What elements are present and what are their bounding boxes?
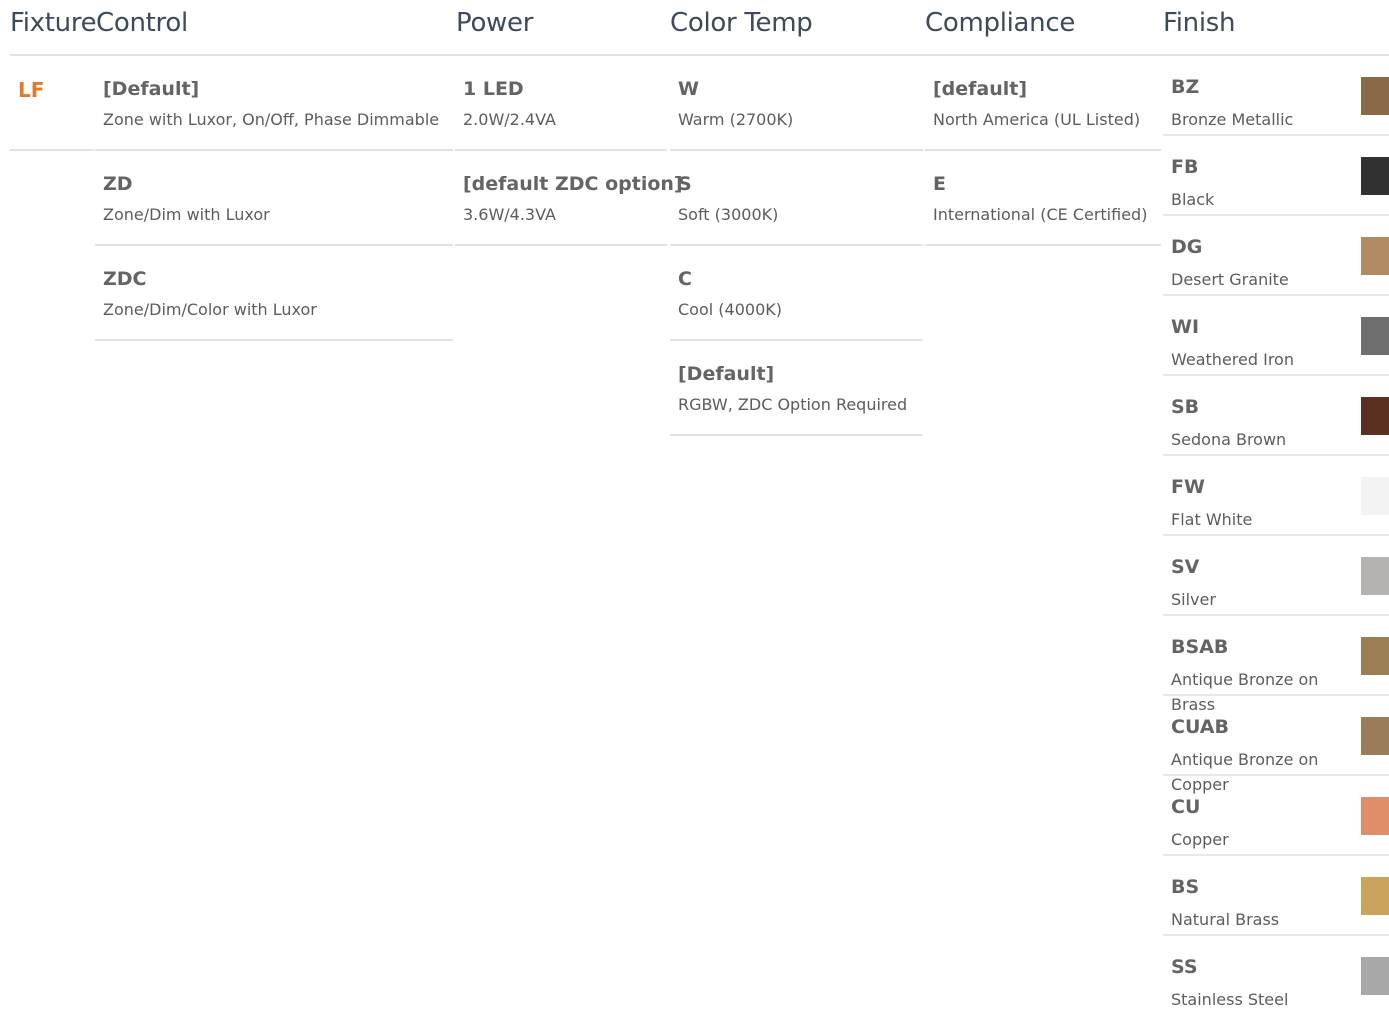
option-code: WI xyxy=(1171,316,1200,338)
color-temp-option[interactable]: S Soft (3000K) xyxy=(670,151,923,246)
option-code: E xyxy=(933,173,946,195)
finish-swatch xyxy=(1361,157,1389,195)
option-description: Black xyxy=(1171,190,1215,209)
finish-swatch xyxy=(1361,77,1389,115)
finish-option[interactable]: BZ Bronze Metallic xyxy=(1163,56,1389,136)
option-description: Stainless Steel xyxy=(1171,990,1289,1009)
option-code: [default ZDC option] xyxy=(463,173,683,195)
option-description: North America (UL Listed) xyxy=(933,110,1141,129)
finish-swatch xyxy=(1361,397,1389,435)
header-compliance: Compliance xyxy=(925,8,1076,38)
finish-option[interactable]: FB Black xyxy=(1163,136,1389,216)
option-description: 2.0W/2.4VA xyxy=(463,110,556,129)
control-option[interactable]: ZDC Zone/Dim/Color with Luxor xyxy=(95,246,453,341)
finish-swatch xyxy=(1361,877,1389,915)
option-code: W xyxy=(678,78,699,100)
option-code: FB xyxy=(1171,156,1199,178)
option-code: C xyxy=(678,268,692,290)
control-column: [Default] Zone with Luxor, On/Off, Phase… xyxy=(95,56,453,341)
option-code: ZDC xyxy=(103,268,147,290)
fixture-code: LF xyxy=(18,78,45,102)
option-description: Zone/Dim with Luxor xyxy=(103,205,270,224)
option-description: Flat White xyxy=(1171,510,1253,529)
control-option[interactable]: [Default] Zone with Luxor, On/Off, Phase… xyxy=(95,56,453,151)
option-description: Cool (4000K) xyxy=(678,300,782,319)
option-description: Zone with Luxor, On/Off, Phase Dimmable xyxy=(103,110,440,129)
finish-option[interactable]: SV Silver xyxy=(1163,536,1389,616)
finish-option[interactable]: DG Desert Granite xyxy=(1163,216,1389,296)
fixture-option-lf[interactable]: LF xyxy=(10,56,94,151)
finish-column: BZ Bronze Metallic FB Black DG Desert Gr… xyxy=(1163,56,1389,1016)
color-temp-column: W Warm (2700K) S Soft (3000K) C Cool (40… xyxy=(670,56,923,436)
option-description: International (CE Certified) xyxy=(933,205,1148,224)
option-code: BSAB xyxy=(1171,636,1229,658)
option-code: [Default] xyxy=(678,363,775,385)
option-description: Soft (3000K) xyxy=(678,205,779,224)
color-temp-option[interactable]: W Warm (2700K) xyxy=(670,56,923,151)
option-description: Zone/Dim/Color with Luxor xyxy=(103,300,317,319)
finish-swatch xyxy=(1361,557,1389,595)
option-description: RGBW, ZDC Option Required xyxy=(678,395,908,414)
option-code: FW xyxy=(1171,476,1205,498)
finish-swatch xyxy=(1361,957,1389,995)
option-description: Silver xyxy=(1171,590,1216,609)
finish-option[interactable]: CUAB Antique Bronze on Copper xyxy=(1163,696,1389,794)
option-code: [default] xyxy=(933,78,1028,100)
option-description: Bronze Metallic xyxy=(1171,110,1294,129)
option-description: Warm (2700K) xyxy=(678,110,794,129)
finish-option[interactable]: BS Natural Brass xyxy=(1163,856,1389,936)
finish-option[interactable]: BSAB Antique Bronze on Brass xyxy=(1163,616,1389,714)
finish-swatch xyxy=(1361,477,1389,515)
option-code: CUAB xyxy=(1171,716,1229,738)
control-option[interactable]: ZD Zone/Dim with Luxor xyxy=(95,151,453,246)
option-description: Desert Granite xyxy=(1171,270,1289,289)
option-code: DG xyxy=(1171,236,1203,258)
option-description: Copper xyxy=(1171,830,1229,849)
finish-option[interactable]: SS Stainless Steel xyxy=(1163,936,1389,1016)
header-control: Control xyxy=(96,8,188,38)
finish-swatch xyxy=(1361,317,1389,355)
header-fixture: Fixture xyxy=(10,8,97,38)
header-finish: Finish xyxy=(1163,8,1236,38)
compliance-option[interactable]: [default] North America (UL Listed) xyxy=(925,56,1161,151)
color-temp-option[interactable]: [Default] RGBW, ZDC Option Required xyxy=(670,341,923,436)
option-code: BZ xyxy=(1171,76,1200,98)
finish-swatch xyxy=(1361,237,1389,275)
header-power: Power xyxy=(456,8,534,38)
power-option[interactable]: 1 LED 2.0W/2.4VA xyxy=(455,56,667,151)
option-description: Sedona Brown xyxy=(1171,430,1287,449)
option-description: Weathered Iron xyxy=(1171,350,1294,369)
finish-swatch xyxy=(1361,637,1389,675)
compliance-option[interactable]: E International (CE Certified) xyxy=(925,151,1161,246)
option-code: 1 LED xyxy=(463,78,524,100)
option-code: SS xyxy=(1171,956,1198,978)
finish-option[interactable]: SB Sedona Brown xyxy=(1163,376,1389,456)
color-temp-option[interactable]: C Cool (4000K) xyxy=(670,246,923,341)
option-code: ZD xyxy=(103,173,133,195)
option-code: SB xyxy=(1171,396,1200,418)
option-description: 3.6W/4.3VA xyxy=(463,205,556,224)
finish-swatch xyxy=(1361,717,1389,755)
finish-swatch xyxy=(1361,797,1389,835)
option-code: BS xyxy=(1171,876,1200,898)
finish-option[interactable]: FW Flat White xyxy=(1163,456,1389,536)
header-color-temp: Color Temp xyxy=(670,8,813,38)
option-code: [Default] xyxy=(103,78,200,100)
compliance-column: [default] North America (UL Listed) E In… xyxy=(925,56,1161,246)
power-option[interactable]: [default ZDC option] 3.6W/4.3VA xyxy=(455,151,683,246)
finish-option[interactable]: WI Weathered Iron xyxy=(1163,296,1389,376)
option-code: CU xyxy=(1171,796,1201,818)
power-column: 1 LED 2.0W/2.4VA [default ZDC option] 3.… xyxy=(455,56,683,246)
option-code: SV xyxy=(1171,556,1200,578)
fixture-column: LF xyxy=(10,56,94,151)
option-description: Natural Brass xyxy=(1171,910,1280,929)
finish-option[interactable]: CU Copper xyxy=(1163,776,1389,856)
option-code: S xyxy=(678,173,692,195)
